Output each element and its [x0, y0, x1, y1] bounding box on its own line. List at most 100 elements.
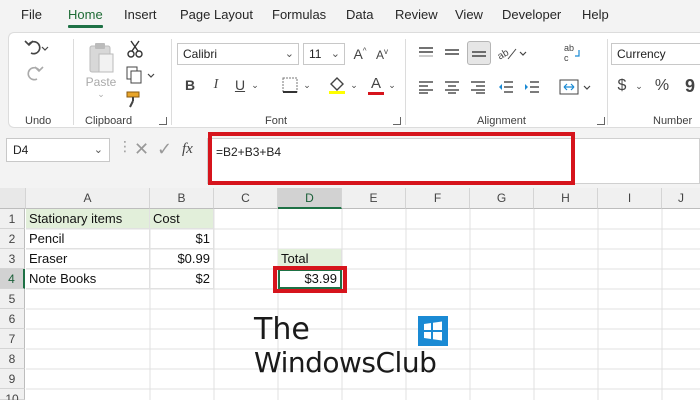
row-header-1[interactable]: 1: [0, 209, 25, 229]
column-header-b[interactable]: B: [150, 188, 214, 209]
comma-style-button[interactable]: 9: [679, 75, 700, 97]
chevron-down-icon[interactable]: ⌄: [387, 75, 397, 95]
row-header-6[interactable]: 6: [0, 309, 25, 329]
align-right-icon: [471, 81, 485, 94]
currency-format-button[interactable]: $: [613, 75, 631, 97]
chevron-down-icon: ⌄: [330, 48, 340, 60]
increase-indent-icon: [525, 81, 539, 93]
wrap-text-button[interactable]: ab c: [559, 41, 585, 65]
column-header-d[interactable]: D: [278, 188, 342, 209]
row-header-4[interactable]: 4: [0, 269, 25, 289]
align-bottom-button[interactable]: [467, 41, 491, 65]
align-left-icon: [419, 81, 433, 94]
italic-button[interactable]: I: [207, 75, 225, 95]
column-header-a[interactable]: A: [26, 188, 150, 209]
name-box-value: D4: [13, 143, 29, 157]
cancel-formula-icon[interactable]: ✕: [134, 139, 149, 160]
font-launcher-icon[interactable]: [393, 117, 401, 125]
clipboard-launcher-icon[interactable]: [159, 117, 167, 125]
menu-review[interactable]: Review: [395, 7, 438, 22]
copy-icon: [126, 66, 155, 84]
align-center-icon: [445, 81, 459, 94]
column-header-f[interactable]: F: [406, 188, 470, 209]
row-header-5[interactable]: 5: [0, 289, 25, 309]
menu-help[interactable]: Help: [582, 7, 609, 22]
undo-button[interactable]: [21, 37, 51, 59]
menu-home[interactable]: Home: [68, 7, 103, 28]
menu-data[interactable]: Data: [346, 7, 373, 22]
decrease-font-icon: Av: [375, 46, 388, 62]
percent-format-button[interactable]: %: [651, 75, 673, 97]
row-header-10[interactable]: 10: [0, 389, 25, 400]
align-middle-button[interactable]: [441, 43, 463, 63]
bold-button[interactable]: B: [181, 75, 199, 95]
menu-file[interactable]: File: [21, 7, 42, 22]
font-color-button[interactable]: A: [365, 73, 387, 97]
font-size-select[interactable]: 11 ⌄: [303, 43, 345, 65]
menu-insert[interactable]: Insert: [124, 7, 157, 22]
column-header-g[interactable]: G: [470, 188, 534, 209]
row-header-3[interactable]: 3: [0, 249, 25, 269]
align-left-button[interactable]: [415, 77, 437, 97]
cell-a3[interactable]: Eraser: [26, 249, 150, 269]
cell-b3[interactable]: $0.99: [150, 249, 214, 269]
insert-function-icon[interactable]: fx: [182, 141, 193, 158]
align-center-button[interactable]: [441, 77, 463, 97]
align-right-button[interactable]: [467, 77, 489, 97]
cell-b4[interactable]: $2: [150, 269, 214, 289]
fill-color-button[interactable]: [325, 73, 349, 97]
borders-icon: [282, 77, 298, 93]
row-header-9[interactable]: 9: [0, 369, 25, 389]
cell-a1[interactable]: Stationary items: [26, 209, 150, 229]
align-top-button[interactable]: [415, 43, 437, 63]
font-name-select[interactable]: Calibri ⌄: [177, 43, 299, 65]
row-header-7[interactable]: 7: [0, 329, 25, 349]
select-all-corner[interactable]: [0, 188, 26, 209]
enter-formula-icon[interactable]: ✓: [157, 139, 172, 160]
windows-logo-icon: [418, 316, 448, 346]
more-icon: ⋮: [118, 138, 132, 154]
increase-indent-button[interactable]: [521, 77, 543, 97]
decrease-font-button[interactable]: Av: [371, 43, 393, 65]
cut-button[interactable]: [124, 39, 146, 59]
paste-button[interactable]: Paste ⌄: [81, 37, 121, 103]
decrease-indent-button[interactable]: [495, 77, 517, 97]
increase-font-button[interactable]: A^: [349, 43, 371, 65]
column-header-c[interactable]: C: [214, 188, 278, 209]
menu-view[interactable]: View: [455, 7, 483, 22]
copy-button[interactable]: [123, 65, 159, 85]
group-label-undo: Undo: [25, 115, 52, 127]
chevron-down-icon[interactable]: ⌄: [633, 75, 645, 97]
cell-a2[interactable]: Pencil: [26, 229, 150, 249]
merge-center-button[interactable]: [555, 75, 595, 99]
cell-a4[interactable]: Note Books: [26, 269, 150, 289]
borders-button[interactable]: [279, 75, 301, 95]
chevron-down-icon[interactable]: ⌄: [349, 75, 359, 95]
column-header-e[interactable]: E: [342, 188, 406, 209]
column-header-i[interactable]: I: [598, 188, 662, 209]
row-header-8[interactable]: 8: [0, 349, 25, 369]
number-format-select[interactable]: Currency: [611, 43, 700, 65]
redo-button[interactable]: [21, 63, 51, 85]
cell-b1[interactable]: Cost: [150, 209, 214, 229]
cell-b2[interactable]: $1: [150, 229, 214, 249]
chevron-down-icon: ⌄: [97, 88, 105, 99]
menu-page-layout[interactable]: Page Layout: [180, 7, 253, 22]
format-painter-button[interactable]: [123, 89, 145, 109]
orientation-button[interactable]: ab: [495, 43, 531, 63]
underline-button[interactable]: U: [231, 75, 249, 95]
align-top-icon: [419, 47, 433, 57]
font-size-value: 11: [309, 47, 322, 61]
chevron-down-icon[interactable]: ⌄: [249, 75, 261, 95]
group-label-number: Number: [653, 115, 693, 127]
menu-formulas[interactable]: Formulas: [272, 7, 326, 22]
font-color-letter: A: [370, 74, 381, 92]
row-header-2[interactable]: 2: [0, 229, 25, 249]
alignment-launcher-icon[interactable]: [597, 117, 605, 125]
menu-developer[interactable]: Developer: [502, 7, 561, 22]
column-header-j[interactable]: J: [662, 188, 700, 209]
chevron-down-icon[interactable]: ⌄: [301, 75, 313, 95]
name-box[interactable]: D4 ⌄: [6, 138, 110, 162]
column-header-h[interactable]: H: [534, 188, 598, 209]
align-middle-icon: [445, 49, 459, 55]
